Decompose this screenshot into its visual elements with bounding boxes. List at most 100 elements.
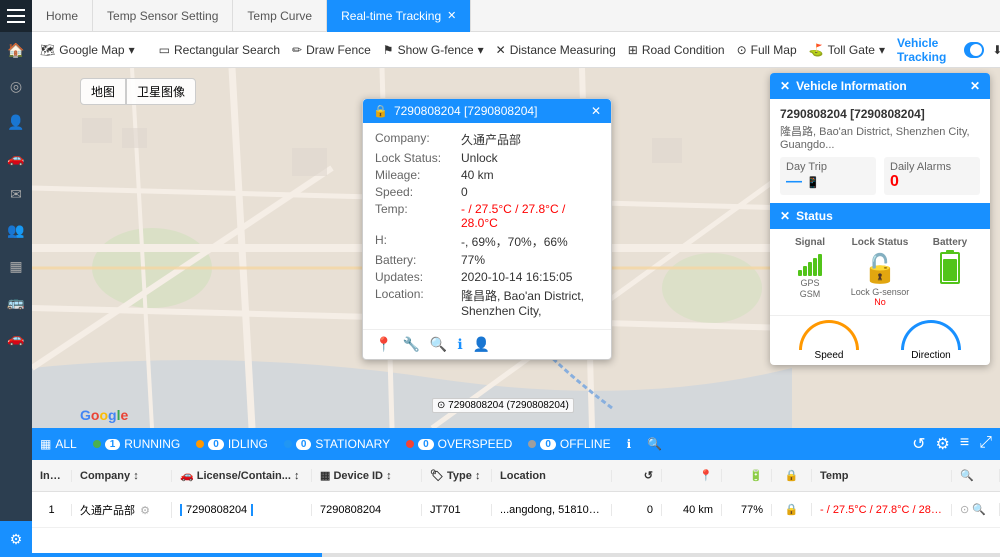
offline-button[interactable]: 0 OFFLINE [528,437,610,451]
vehicle-info-header: ✕ Vehicle Information ✕ [770,73,990,99]
distance-icon: ✕ [496,43,506,57]
header-device[interactable]: ▦ Device ID ↕ [312,469,422,482]
rectangular-search-button[interactable]: ▭ Rectangular Search [159,43,280,57]
status-x-icon: ✕ [780,209,790,223]
popup-action-user[interactable]: 👤 [473,336,490,353]
popup-action-search[interactable]: 🔍 [430,336,447,353]
horizontal-scrollbar[interactable] [32,553,1000,557]
sidebar-item-location[interactable]: ◎ [0,68,32,104]
overspeed-button[interactable]: 0 OVERSPEED [406,437,512,451]
vehicle-icon: 🚗 [180,470,194,482]
table-row: 1 久通产品部 ⚙ 7290808204 7290808204 JT701 ..… [32,492,1000,528]
sidebar-item-grid[interactable]: ▦ [0,248,32,284]
battery-display [940,252,960,284]
road-condition-button[interactable]: ⊞ Road Condition [628,43,725,57]
row-action-icon-2[interactable]: 🔍 [972,504,986,516]
mileage-col-icon: 📍 [699,470,713,482]
popup-close-icon[interactable]: ✕ [591,104,601,118]
popup-action-info[interactable]: ℹ [457,336,462,353]
header-location[interactable]: Location [492,470,612,482]
cell-speed: 0 [612,504,662,516]
tab-temp-sensor[interactable]: Temp Sensor Setting [93,0,233,32]
panel-close-icon[interactable]: ✕ [970,79,980,93]
toll-gate-button[interactable]: ⛳ Toll Gate ▾ [809,43,885,57]
expand-company-icon[interactable]: ⚙ [140,505,150,517]
signal-cell: Signal GPS GSM [778,237,842,307]
sidebar-item-profile[interactable]: 👤 [0,104,32,140]
map-type-buttons: 地图 卫星图像 [80,78,196,105]
sidebar-item-users[interactable]: 👥 [0,212,32,248]
map-type-satellite[interactable]: 卫星图像 [126,78,196,105]
header-company[interactable]: Company ↕ [72,470,172,482]
list-icon[interactable]: ≡ [960,434,969,454]
close-tab-icon[interactable]: ✕ [447,9,456,22]
toolbar: 🗺 Google Map ▾ ▭ Rectangular Search ✏ Dr… [32,32,1000,68]
expand-icon[interactable]: ⤢ [979,434,992,454]
sidebar-logo[interactable] [0,0,32,32]
trip-icon: 📱 [806,176,820,189]
search-icon-button[interactable]: 🔍 [647,437,662,451]
scroll-thumb[interactable] [32,553,322,557]
map-type-map[interactable]: 地图 [80,78,126,105]
sidebar-item-messages[interactable]: ✉ [0,176,32,212]
download-icon[interactable]: ⬇ [992,43,1000,57]
map-area[interactable]: 地图 卫星图像 Google ⊙ 7290808204 (7290808204)… [32,68,1000,428]
vehicle-tracking-toggle[interactable] [964,42,985,58]
popup-action-pin[interactable]: 📍 [375,336,392,353]
distance-measuring-button[interactable]: ✕ Distance Measuring [496,43,616,57]
tab-home[interactable]: Home [32,0,93,32]
header-license[interactable]: 🚗 License/Contain... ↕ [172,469,312,482]
bar-2 [803,266,807,276]
idling-button[interactable]: 0 IDLING [196,437,268,451]
rect-search-icon: ▭ [159,43,170,57]
tab-realtime[interactable]: Real-time Tracking ✕ [327,0,471,32]
full-map-button[interactable]: ⊙ Full Map [737,43,797,57]
cell-actions[interactable]: ⊙ 🔍 [952,503,1000,516]
map-vehicle-label[interactable]: ⊙ 7290808204 (7290808204) [432,398,574,413]
header-actions[interactable]: 🔍 [952,469,1000,482]
vehicle-tracking-toggle-area[interactable]: Vehicle Tracking [897,36,984,64]
sidebar-item-home[interactable]: 🏠 [0,32,32,68]
cell-status: 🔒 [772,503,812,516]
popup-action-route[interactable]: 🔧 [402,336,419,353]
sidebar-item-bus[interactable]: 🚌 [0,284,32,320]
chevron-down-icon-3: ▾ [879,43,885,57]
row-action-icon-1[interactable]: ⊙ [960,504,969,516]
draw-fence-icon: ✏ [292,43,302,57]
fullmap-icon: ⊙ [737,43,747,57]
sidebar-item-vehicle[interactable]: 🚗 [0,140,32,176]
header-temp[interactable]: Temp [812,470,952,482]
speed-gauge: Speed [778,320,880,361]
tab-temp-curve[interactable]: Temp Curve [233,0,327,32]
draw-fence-button[interactable]: ✏ Draw Fence [292,43,371,57]
lock-status-icon: 🔒 [785,504,799,516]
bar-4 [813,258,817,276]
all-button[interactable]: ▦ ALL [40,437,77,451]
search-col-icon[interactable]: 🔍 [960,470,974,482]
running-button[interactable]: 1 RUNNING [93,437,181,451]
tabs-bar: Home Temp Sensor Setting Temp Curve Real… [32,0,1000,32]
stationary-button[interactable]: 0 STATIONARY [284,437,390,451]
header-speed[interactable]: ↺ [612,469,662,482]
chevron-down-icon: ▾ [129,43,135,57]
header-mileage[interactable]: 📍 [662,469,722,482]
info-icon-button[interactable]: ℹ [627,437,632,451]
header-battery[interactable]: 🔋 [722,469,772,482]
gsm-label: GSM [778,289,842,299]
speed-gauge-visual [799,320,859,350]
lock-icon-large: 🔓 [848,252,912,285]
popup-body: Company: 久通产品部 Lock Status: Unlock Milea… [363,123,611,329]
header-type[interactable]: 🏷 Type ↕ [422,469,492,482]
vehicle-tracking-label: Vehicle Tracking [897,36,958,64]
sidebar-item-settings[interactable]: ⚙ [0,521,32,557]
all-icon: ▦ [40,437,51,451]
day-trip-stat: Day Trip — 📱 [780,157,876,195]
show-gfence-button[interactable]: ⚑ Show G-fence ▾ [383,43,484,57]
refresh-icon[interactable]: ↺ [912,434,925,454]
header-status[interactable]: 🔒 [772,469,812,482]
battery-cell: Battery [918,237,982,307]
settings-icon[interactable]: ⚙ [936,434,950,454]
google-map-dropdown[interactable]: 🗺 Google Map ▾ [40,43,135,57]
sidebar-item-car[interactable]: 🚗 [0,320,32,356]
cell-license[interactable]: 7290808204 [172,504,312,516]
